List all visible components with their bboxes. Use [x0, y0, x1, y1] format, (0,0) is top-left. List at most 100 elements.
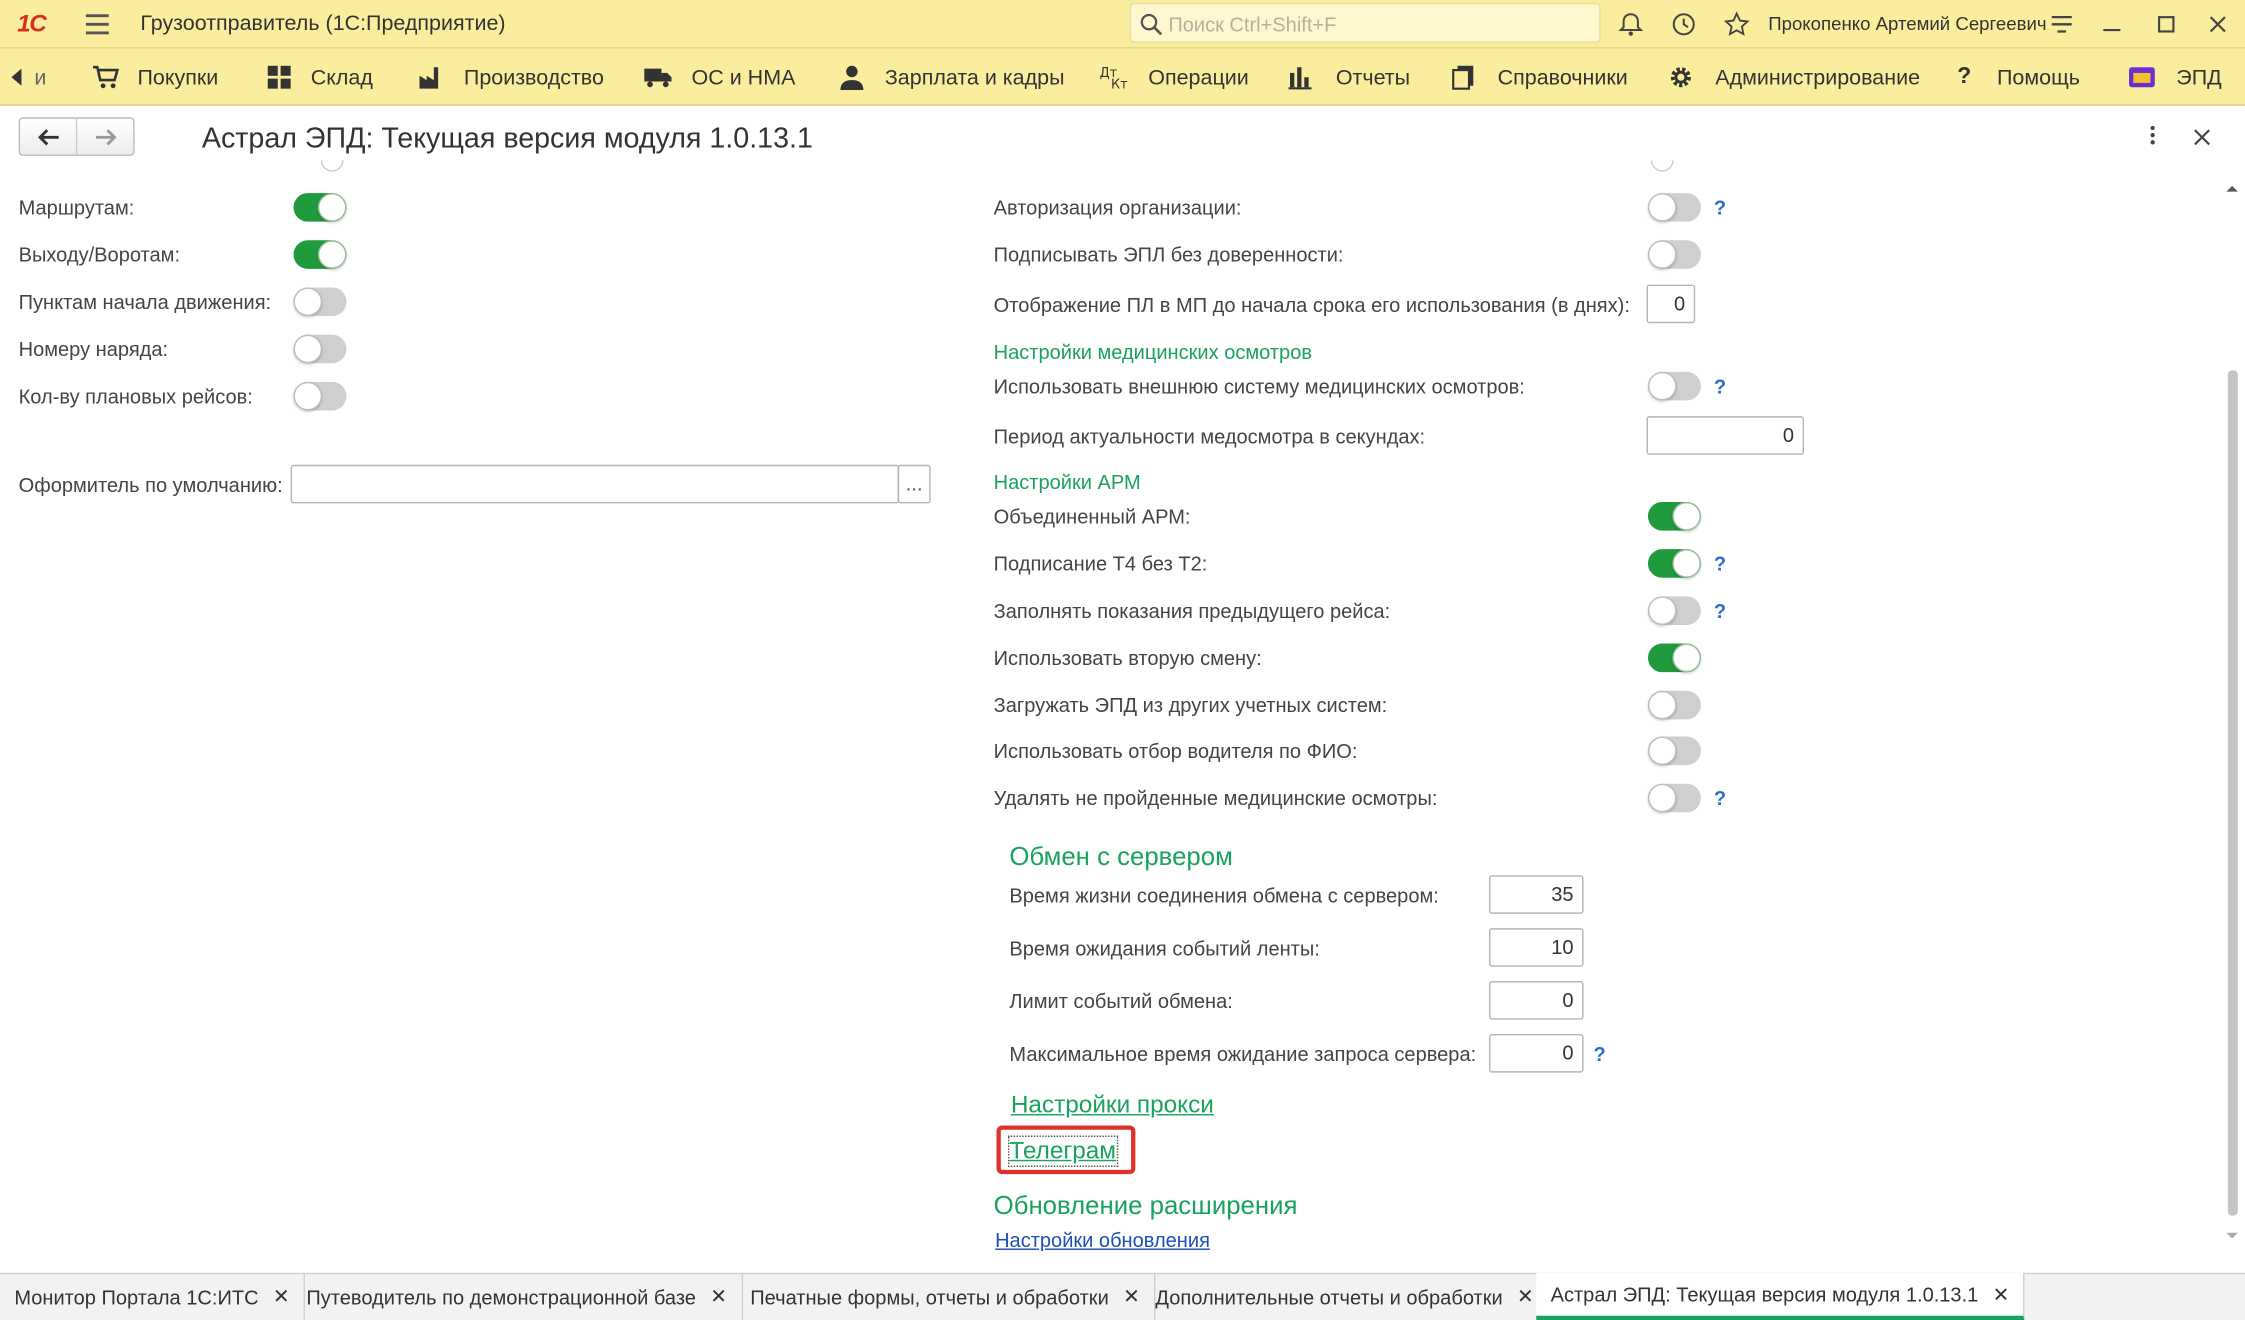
- delete-failed-label: Удалять не пройденные медицинские осмотр…: [993, 786, 1438, 810]
- person-icon: [840, 65, 864, 91]
- close-tab-icon[interactable]: ✕: [273, 1284, 290, 1308]
- ext-med-toggle[interactable]: [1647, 371, 1701, 401]
- sign-epl-toggle[interactable]: [1647, 240, 1701, 269]
- app-logo: 1С: [17, 10, 47, 38]
- close-form-icon[interactable]: [2193, 129, 2210, 146]
- star-icon[interactable]: [1723, 11, 1750, 37]
- nav-item-warehouse[interactable]: Склад: [266, 49, 373, 106]
- fill-prev-toggle[interactable]: [1647, 596, 1701, 625]
- more-actions-icon[interactable]: [2150, 125, 2157, 145]
- close-tab-icon[interactable]: ✕: [1123, 1284, 1140, 1308]
- forward-button[interactable]: [75, 118, 133, 155]
- search-input[interactable]: Поиск Ctrl+Shift+F: [1129, 2, 1601, 43]
- update-section-title: Обновление расширения: [993, 1191, 1298, 1220]
- org-auth-toggle[interactable]: [1647, 193, 1701, 222]
- help-icon[interactable]: ?: [1714, 196, 1726, 219]
- start-points-toggle[interactable]: [293, 287, 347, 317]
- left-toggle-label: Номеру наряда:: [18, 337, 169, 361]
- back-button[interactable]: [20, 119, 76, 155]
- close-tab-icon[interactable]: ✕: [1517, 1284, 1534, 1308]
- routes-toggle[interactable]: [293, 193, 347, 222]
- wait-input[interactable]: 10: [1489, 928, 1584, 967]
- nav-item-purchases[interactable]: Покупки: [92, 49, 218, 106]
- svg-text:Кт: Кт: [1111, 78, 1128, 90]
- user-name[interactable]: Прокопенко Артемий Сергеевич: [1768, 13, 2046, 34]
- default-issuer-field[interactable]: [290, 464, 900, 504]
- maximize-icon[interactable]: [2156, 11, 2176, 37]
- arrow-back-icon: [37, 128, 58, 145]
- history-icon[interactable]: [1671, 11, 1697, 37]
- limit-input[interactable]: 0: [1489, 981, 1584, 1020]
- warehouse-icon: [267, 65, 291, 89]
- org-auth-label: Авторизация организации:: [993, 195, 1242, 219]
- lifetime-input[interactable]: 35: [1489, 875, 1584, 914]
- med-period-input[interactable]: 0: [1646, 416, 1805, 455]
- second-shift-toggle[interactable]: [1647, 643, 1701, 673]
- help-icon[interactable]: ?: [1714, 375, 1726, 398]
- close-tab-icon[interactable]: ✕: [710, 1284, 727, 1308]
- second-shift-label: Использовать вторую смену:: [993, 646, 1262, 670]
- scrollbar-thumb[interactable]: [2227, 370, 2238, 1216]
- nav-item-production[interactable]: Производство: [418, 49, 604, 106]
- window-tab[interactable]: Дополнительные отчеты и обработки ✕: [1141, 1272, 1550, 1320]
- help-icon[interactable]: ?: [1714, 599, 1726, 622]
- delete-failed-toggle[interactable]: [1647, 783, 1701, 813]
- proxy-settings-link[interactable]: Настройки прокси: [1011, 1091, 1214, 1120]
- left-toggle-label: Кол-ву плановых рейсов:: [18, 384, 253, 408]
- nav-item-administration[interactable]: Администрирование: [1668, 49, 1920, 106]
- nav-item-help[interactable]: ? Помощь: [1957, 49, 2080, 106]
- nav-scroll-left[interactable]: и: [11, 49, 46, 106]
- cart-icon: [93, 65, 120, 89]
- arrow-left-icon: [11, 68, 22, 86]
- fill-prev-label: Заполнять показания предыдущего рейса:: [993, 599, 1391, 623]
- window-tab-active[interactable]: Астрал ЭПД: Текущая версия модуля 1.0.13…: [1536, 1272, 2026, 1320]
- arm-united-toggle[interactable]: [1647, 501, 1701, 531]
- vertical-scrollbar[interactable]: [2224, 182, 2241, 1247]
- nav-item-epd[interactable]: ЭПД: [2128, 49, 2222, 106]
- left-toggle-label: Выходу/Воротам:: [18, 243, 181, 267]
- nav-item-assets[interactable]: ОС и НМА: [643, 49, 795, 106]
- settings-menu-icon[interactable]: [2049, 11, 2075, 37]
- sign-t4-toggle[interactable]: [1647, 549, 1701, 578]
- menu-icon[interactable]: [85, 14, 109, 35]
- pl-display-days-input[interactable]: 0: [1646, 284, 1696, 324]
- window-tab[interactable]: Путеводитель по демонстрационной базе ✕: [292, 1272, 743, 1320]
- close-window-icon[interactable]: [2208, 11, 2228, 37]
- scroll-up-icon: [2226, 185, 2238, 192]
- bell-icon[interactable]: [1618, 11, 1644, 37]
- telegram-link[interactable]: Телеграм: [1007, 1135, 1118, 1167]
- nav-item-label: Склад: [310, 65, 373, 90]
- window-tab-label: Монитор Портала 1С:ИТС: [14, 1284, 259, 1308]
- history-nav: [18, 117, 135, 156]
- lifetime-label: Время жизни соединения обмена с сервером…: [1009, 883, 1439, 907]
- nav-item-operations[interactable]: Дт Кт Операции: [1100, 49, 1249, 106]
- help-icon[interactable]: ?: [1714, 552, 1726, 575]
- planned-trips-toggle[interactable]: [293, 381, 347, 411]
- nav-item-label: Справочники: [1497, 65, 1628, 90]
- help-icon[interactable]: ?: [1714, 787, 1726, 810]
- nav-item-label: Администрирование: [1715, 65, 1921, 90]
- window-tab-label: Дополнительные отчеты и обработки: [1155, 1284, 1503, 1308]
- max-wait-input[interactable]: 0: [1489, 1033, 1584, 1073]
- driver-filter-toggle[interactable]: [1647, 736, 1701, 766]
- minimize-icon[interactable]: [2102, 11, 2122, 37]
- help-icon[interactable]: ?: [1594, 1043, 1606, 1066]
- clipped-toggle: [1650, 160, 1674, 172]
- select-issuer-button[interactable]: ...: [897, 464, 931, 504]
- order-number-toggle[interactable]: [293, 334, 347, 364]
- nav-item-catalogs[interactable]: Справочники: [1450, 49, 1628, 106]
- nav-item-salary[interactable]: Зарплата и кадры: [839, 49, 1065, 106]
- app-title: Грузоотправитель (1С:Предприятие): [140, 11, 506, 36]
- window-tab[interactable]: Монитор Портала 1С:ИТС ✕: [0, 1272, 306, 1320]
- wait-label: Время ожидания событий ленты:: [1009, 936, 1320, 960]
- search-placeholder: Поиск Ctrl+Shift+F: [1168, 12, 1337, 36]
- epd-folder-icon: [2129, 67, 2155, 88]
- gates-toggle[interactable]: [293, 240, 347, 269]
- window-tab-label: Путеводитель по демонстрационной базе: [306, 1284, 696, 1308]
- update-settings-link[interactable]: Настройки обновления: [995, 1228, 1210, 1251]
- window-tab[interactable]: Печатные формы, отчеты и обработки ✕: [736, 1272, 1156, 1320]
- nav-item-reports[interactable]: Отчеты: [1287, 49, 1410, 106]
- load-epd-toggle[interactable]: [1647, 690, 1701, 720]
- close-tab-icon[interactable]: ✕: [1993, 1282, 2010, 1306]
- pl-display-label: Отображение ПЛ в МП до начала срока его …: [993, 293, 1630, 317]
